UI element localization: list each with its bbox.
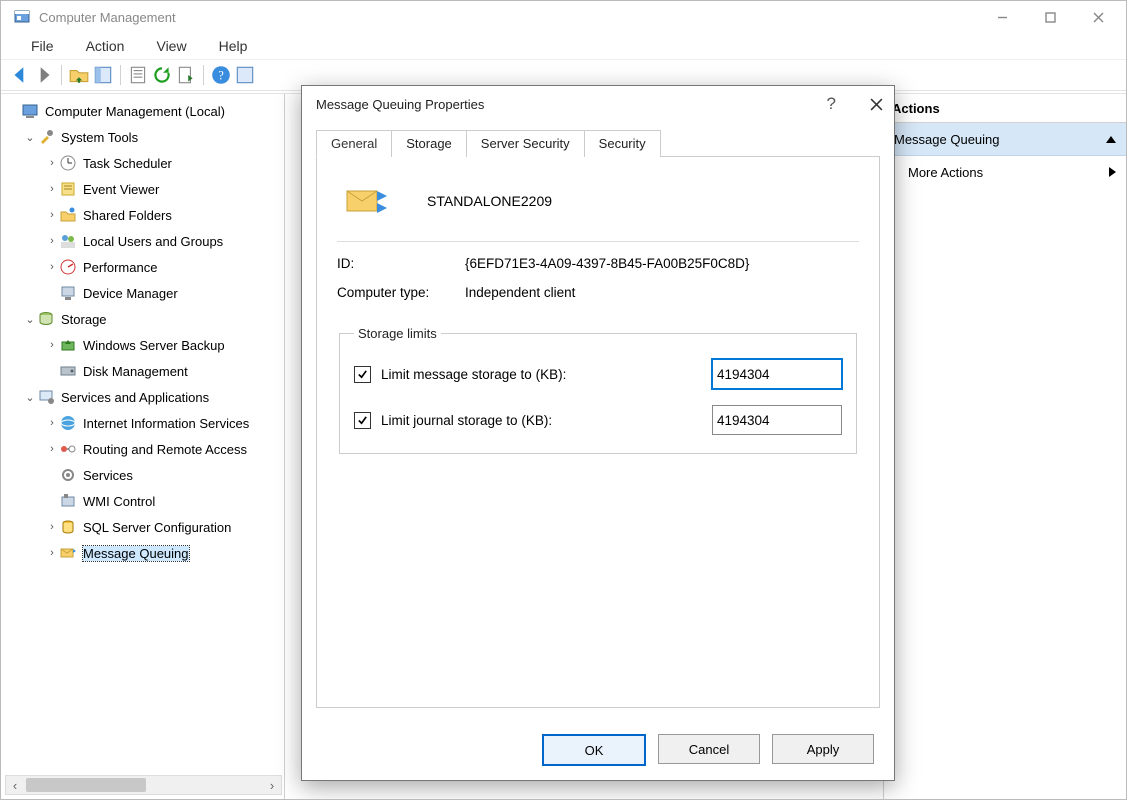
- storage-limits-group: Storage limits Limit message storage to …: [339, 326, 857, 454]
- apply-button[interactable]: Apply: [772, 734, 874, 764]
- tree-item-sql-cfg[interactable]: ›SQL Server Configuration: [1, 514, 284, 540]
- menu-view[interactable]: View: [140, 36, 202, 56]
- titlebar: Computer Management: [1, 1, 1126, 33]
- tree-item-disk-mgmt[interactable]: ›Disk Management: [1, 358, 284, 384]
- dialog-close-button[interactable]: [858, 98, 894, 111]
- dialog-button-row: OK Cancel Apply: [302, 734, 894, 766]
- collapse-icon: [1106, 136, 1116, 143]
- maximize-button[interactable]: [1026, 1, 1074, 33]
- tree-item-task-scheduler[interactable]: ›Task Scheduler: [1, 150, 284, 176]
- actions-header: Actions: [884, 94, 1126, 123]
- menu-file[interactable]: File: [15, 36, 70, 56]
- dialog-title: Message Queuing Properties: [316, 97, 484, 112]
- disk-icon: [59, 362, 77, 380]
- window-title: Computer Management: [39, 10, 176, 25]
- more-actions-item[interactable]: More Actions: [884, 156, 1126, 188]
- users-icon: [59, 232, 77, 250]
- tree-item-device-manager[interactable]: ›Device Manager: [1, 280, 284, 306]
- refresh-icon[interactable]: [151, 64, 173, 86]
- menu-help[interactable]: Help: [203, 36, 264, 56]
- sql-icon: [59, 518, 77, 536]
- tool-icon: [37, 128, 55, 146]
- actions-pane: Actions Message Queuing More Actions: [883, 94, 1126, 799]
- performance-icon: [59, 258, 77, 276]
- storage-icon: [37, 310, 55, 328]
- event-viewer-icon: [59, 180, 77, 198]
- tree-item-event-viewer[interactable]: ›Event Viewer: [1, 176, 284, 202]
- menubar: File Action View Help: [1, 33, 1126, 59]
- limit-message-input[interactable]: [712, 359, 842, 389]
- svg-text:?: ?: [218, 68, 223, 82]
- tree-item-root[interactable]: ▸ Computer Management (Local): [1, 98, 284, 124]
- wmi-icon: [59, 492, 77, 510]
- storage-limits-legend: Storage limits: [354, 326, 441, 341]
- up-folder-icon[interactable]: [68, 64, 90, 86]
- help-icon[interactable]: ?: [827, 94, 836, 114]
- actions-group-title[interactable]: Message Queuing: [884, 123, 1126, 156]
- services-apps-icon: [37, 388, 55, 406]
- tree-item-system-tools[interactable]: ⌄System Tools: [1, 124, 284, 150]
- actions-group-label: Message Queuing: [894, 132, 1000, 147]
- limit-message-label: Limit message storage to (KB):: [381, 367, 566, 382]
- tree-horizontal-scrollbar[interactable]: ‹›: [5, 775, 282, 795]
- type-value: Independent client: [465, 285, 575, 300]
- tab-server-security[interactable]: Server Security: [466, 130, 585, 157]
- cancel-button[interactable]: Cancel: [658, 734, 760, 764]
- tree-item-wmi[interactable]: ›WMI Control: [1, 488, 284, 514]
- tree-item-services[interactable]: ›Services: [1, 462, 284, 488]
- app-window: Computer Management File Action View Hel…: [0, 0, 1127, 800]
- tree-item-iis[interactable]: ›Internet Information Services: [1, 410, 284, 436]
- routing-icon: [59, 440, 77, 458]
- computer-name: STANDALONE2209: [427, 193, 552, 209]
- tree-item-shared-folders[interactable]: ›Shared Folders: [1, 202, 284, 228]
- ok-button[interactable]: OK: [542, 734, 646, 766]
- properties-dialog: Message Queuing Properties ? General Sto…: [301, 85, 895, 781]
- help-icon[interactable]: ?: [210, 64, 232, 86]
- tree-item-rras[interactable]: ›Routing and Remote Access: [1, 436, 284, 462]
- tree-item-wsb[interactable]: ›Windows Server Backup: [1, 332, 284, 358]
- close-button[interactable]: [1074, 1, 1122, 33]
- gear-icon: [59, 466, 77, 484]
- export-icon[interactable]: [175, 64, 197, 86]
- tab-panel-general: STANDALONE2209 ID:{6EFD71E3-4A09-4397-8B…: [316, 156, 880, 708]
- id-value: {6EFD71E3-4A09-4397-8B45-FA00B25F0C8D}: [465, 256, 749, 271]
- forward-button[interactable]: [33, 64, 55, 86]
- tab-security[interactable]: Security: [584, 130, 661, 157]
- message-queuing-icon: [59, 544, 77, 562]
- tree-item-storage[interactable]: ⌄Storage: [1, 306, 284, 332]
- tab-strip: General Storage Server Security Security: [316, 130, 880, 157]
- tab-storage[interactable]: Storage: [391, 130, 467, 157]
- iis-icon: [59, 414, 77, 432]
- properties-icon[interactable]: [127, 64, 149, 86]
- console-tree-icon[interactable]: [92, 64, 114, 86]
- chevron-right-icon: [1109, 167, 1116, 177]
- more-actions-label: More Actions: [908, 165, 983, 180]
- tree-item-performance[interactable]: ›Performance: [1, 254, 284, 280]
- tab-general[interactable]: General: [316, 130, 392, 157]
- tree-item-services-apps[interactable]: ⌄Services and Applications: [1, 384, 284, 410]
- tree-item-local-users[interactable]: ›Local Users and Groups: [1, 228, 284, 254]
- id-label: ID:: [337, 256, 465, 271]
- backup-icon: [59, 336, 77, 354]
- menu-action[interactable]: Action: [70, 36, 141, 56]
- tree-item-msmq[interactable]: ›Message Queuing: [1, 540, 284, 566]
- tree-pane: ▸ Computer Management (Local) ⌄System To…: [1, 94, 285, 799]
- extra-toolbar-icon[interactable]: [234, 64, 256, 86]
- envelope-icon: [345, 185, 389, 217]
- type-label: Computer type:: [337, 285, 465, 300]
- limit-journal-label: Limit journal storage to (KB):: [381, 413, 552, 428]
- computer-management-icon: [21, 102, 39, 120]
- back-button[interactable]: [9, 64, 31, 86]
- limit-message-checkbox[interactable]: [354, 366, 371, 383]
- device-manager-icon: [59, 284, 77, 302]
- shared-folders-icon: [59, 206, 77, 224]
- minimize-button[interactable]: [978, 1, 1026, 33]
- dialog-titlebar: Message Queuing Properties ?: [302, 86, 894, 122]
- app-icon: [13, 8, 31, 26]
- limit-journal-checkbox[interactable]: [354, 412, 371, 429]
- clock-icon: [59, 154, 77, 172]
- limit-journal-input[interactable]: [712, 405, 842, 435]
